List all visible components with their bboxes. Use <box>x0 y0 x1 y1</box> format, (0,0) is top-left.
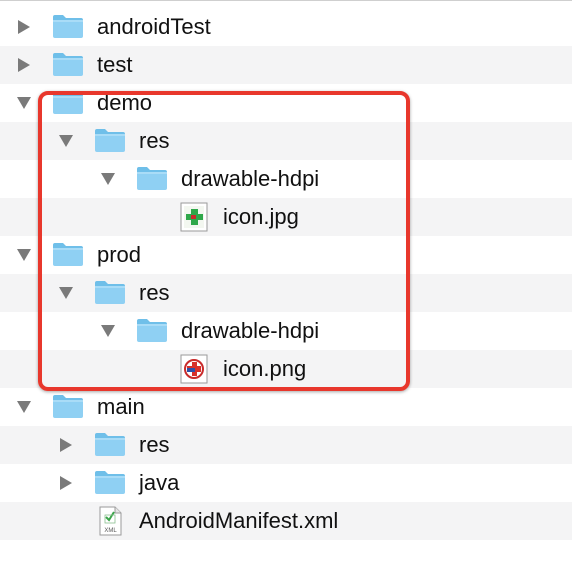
disclosure-expanded-icon[interactable] <box>58 285 74 301</box>
red-blue-cross-image-icon <box>180 354 208 384</box>
tree-row-label: drawable-hdpi <box>181 166 320 191</box>
top-divider <box>0 0 572 1</box>
tree-row-label: main <box>97 394 145 419</box>
tree-row-label: res <box>139 280 170 305</box>
tree-row-label: prod <box>97 242 142 267</box>
folder-icon <box>94 279 126 305</box>
disclosure-expanded-icon[interactable] <box>58 133 74 149</box>
disclosure-expanded-icon[interactable] <box>100 171 116 187</box>
tree-row-label: test <box>97 52 133 77</box>
tree-row-android-manifest[interactable]: XML AndroidManifest.xml <box>0 502 572 540</box>
empty-row <box>0 540 572 566</box>
folder-icon <box>94 431 126 457</box>
tree-row-label: icon.jpg <box>223 204 299 229</box>
green-plus-image-icon <box>180 202 208 232</box>
tree-row-main[interactable]: main <box>0 388 572 426</box>
tree-row-label: java <box>139 470 180 495</box>
folder-icon <box>52 13 84 39</box>
disclosure-collapsed-icon[interactable] <box>16 57 32 73</box>
tree-row-demo-res[interactable]: res <box>0 122 572 160</box>
disclosure-expanded-icon[interactable] <box>16 247 32 263</box>
disclosure-collapsed-icon[interactable] <box>58 437 74 453</box>
tree-row-main-res[interactable]: res <box>0 426 572 464</box>
tree-row-label: androidTest <box>97 14 211 39</box>
folder-icon <box>52 51 84 77</box>
folder-icon <box>52 89 84 115</box>
tree-row-demo-icon-jpg[interactable]: icon.jpg <box>0 198 572 236</box>
tree-row-label: demo <box>97 90 153 115</box>
tree-row-demo-drawable-hdpi[interactable]: drawable-hdpi <box>0 160 572 198</box>
folder-icon <box>94 469 126 495</box>
tree-row-label: res <box>139 128 170 153</box>
tree-row-main-java[interactable]: java <box>0 464 572 502</box>
tree-row-label: icon.png <box>223 356 307 381</box>
tree-row-test[interactable]: test <box>0 46 572 84</box>
file-tree: androidTest test demo res drawable-hdpi … <box>0 0 572 566</box>
xml-badge: XML <box>104 528 117 534</box>
folder-icon <box>136 165 168 191</box>
disclosure-expanded-icon[interactable] <box>100 323 116 339</box>
tree-row-androidtest[interactable]: androidTest <box>0 8 572 46</box>
disclosure-collapsed-icon[interactable] <box>16 19 32 35</box>
disclosure-expanded-icon[interactable] <box>16 399 32 415</box>
tree-row-prod-drawable-hdpi[interactable]: drawable-hdpi <box>0 312 572 350</box>
xml-file-icon: XML <box>96 506 124 536</box>
tree-row-prod[interactable]: prod <box>0 236 572 274</box>
tree-row-prod-icon-png[interactable]: icon.png <box>0 350 572 388</box>
folder-icon <box>52 393 84 419</box>
folder-icon <box>94 127 126 153</box>
disclosure-expanded-icon[interactable] <box>16 95 32 111</box>
folder-icon <box>136 317 168 343</box>
tree-row-label: AndroidManifest.xml <box>139 508 339 533</box>
tree-row-prod-res[interactable]: res <box>0 274 572 312</box>
tree-row-label: drawable-hdpi <box>181 318 320 343</box>
tree-row-label: res <box>139 432 170 457</box>
tree-row-demo[interactable]: demo <box>0 84 572 122</box>
folder-icon <box>52 241 84 267</box>
disclosure-collapsed-icon[interactable] <box>58 475 74 491</box>
